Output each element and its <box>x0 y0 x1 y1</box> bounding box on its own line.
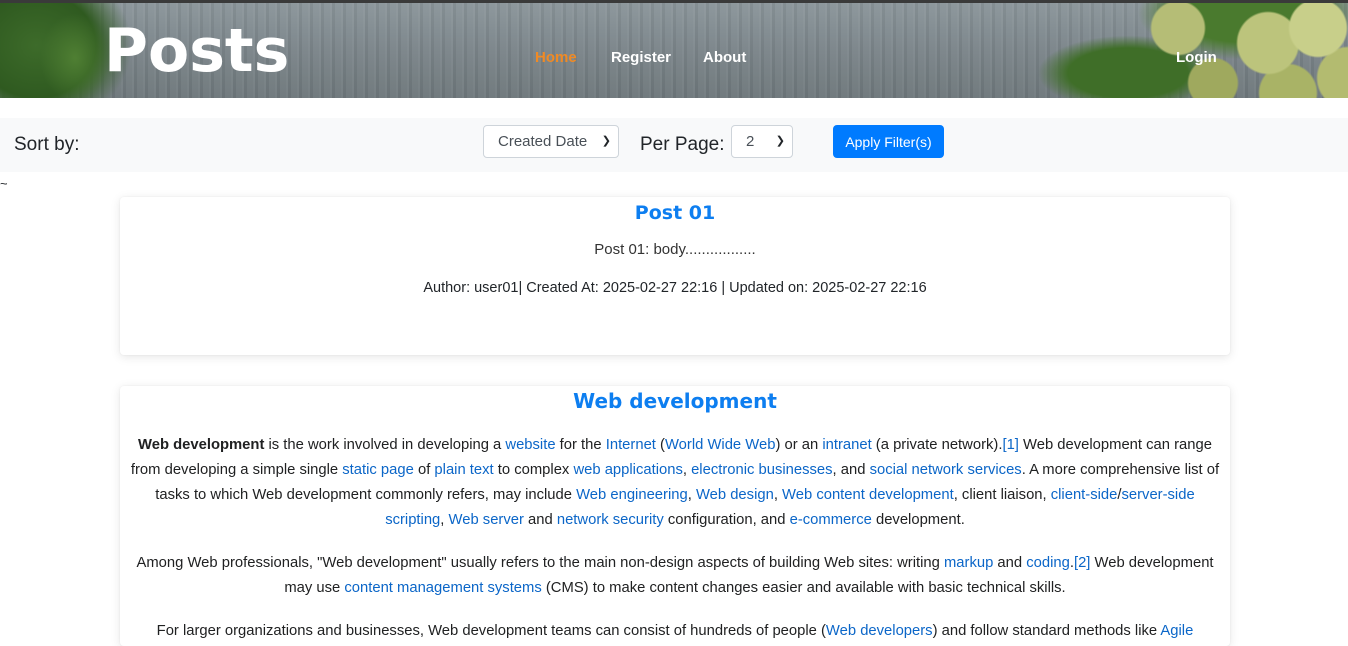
link[interactable]: Web content development <box>782 487 954 503</box>
stray-text: ~ <box>0 176 8 191</box>
post-card: Post 01 Post 01: body................. A… <box>120 197 1230 355</box>
citation-link[interactable]: [1] <box>1002 437 1018 453</box>
sort-by-select[interactable]: Created Date ❯ <box>483 125 619 158</box>
filter-bar: Sort by: Created Date ❯ Per Page: 2 ❯ Ap… <box>0 118 1348 172</box>
text: ( <box>655 437 665 453</box>
post-meta: Author: user01| Created At: 2025-02-27 2… <box>423 280 927 296</box>
post-title-link[interactable]: Post 01 <box>120 202 1230 224</box>
text: (CMS) to make content changes easier and… <box>541 580 1066 596</box>
nav-register-link[interactable]: Register <box>611 49 671 66</box>
per-page-label: Per Page: <box>640 134 725 155</box>
text: , <box>773 487 783 503</box>
link[interactable]: web applications <box>573 462 682 478</box>
text: for the <box>555 437 606 453</box>
per-page-select[interactable]: 2 ❯ <box>731 125 793 158</box>
link[interactable]: Agile <box>1160 623 1193 639</box>
link[interactable]: plain text <box>434 462 493 478</box>
grapes-decoration <box>988 3 1348 98</box>
link[interactable]: static page <box>342 462 414 478</box>
post-paragraph: Among Web professionals, "Web developmen… <box>120 551 1230 601</box>
link[interactable]: coding <box>1026 555 1070 571</box>
text: ) and follow standard methods like <box>932 623 1161 639</box>
link[interactable]: markup <box>944 555 993 571</box>
link[interactable]: social network services <box>870 462 1022 478</box>
apply-filters-button[interactable]: Apply Filter(s) <box>833 125 944 158</box>
bold-term: Web development <box>138 437 265 453</box>
link[interactable]: intranet <box>822 437 871 453</box>
link[interactable]: content management systems <box>344 580 541 596</box>
link[interactable]: client-side <box>1051 487 1118 503</box>
sort-by-label: Sort by: <box>14 134 80 155</box>
chevron-down-icon: ❯ <box>775 135 785 147</box>
nav-about-link[interactable]: About <box>703 49 746 66</box>
text: to complex <box>493 462 574 478</box>
link[interactable]: Web engineering <box>576 487 688 503</box>
citation-link[interactable]: [2] <box>1074 555 1090 571</box>
post-body: Post 01: body................. <box>594 241 756 258</box>
text: of <box>413 462 435 478</box>
chevron-down-icon: ❯ <box>601 135 611 147</box>
link[interactable]: Web design <box>696 487 774 503</box>
link[interactable]: website <box>505 437 555 453</box>
text: development. <box>871 512 965 528</box>
text: , and <box>832 462 870 478</box>
text: , <box>687 487 696 503</box>
text: is the work involved in developing a <box>264 437 506 453</box>
text: configuration, and <box>663 512 790 528</box>
text: , client liaison, <box>953 487 1051 503</box>
link[interactable]: network security <box>557 512 664 528</box>
post-paragraph: Web development is the work involved in … <box>120 433 1230 533</box>
text: and <box>993 555 1027 571</box>
sort-by-value: Created Date <box>498 133 588 150</box>
link[interactable]: e-commerce <box>790 512 872 528</box>
nav-home-link[interactable]: Home <box>535 49 577 66</box>
link[interactable]: Internet <box>606 437 656 453</box>
vine-leaf-decoration <box>40 13 110 98</box>
text: For larger organizations and businesses,… <box>156 623 826 639</box>
post-title-link[interactable]: Web development <box>120 389 1230 413</box>
site-brand[interactable]: Posts <box>104 19 289 83</box>
text: ) or an <box>775 437 823 453</box>
text: and <box>523 512 557 528</box>
text: , <box>682 462 692 478</box>
text: , <box>440 512 449 528</box>
nav-login-link[interactable]: Login <box>1176 49 1217 66</box>
text: (a private network). <box>871 437 1003 453</box>
post-card: Web development Web development is the w… <box>120 386 1230 646</box>
link[interactable]: Web server <box>449 512 524 528</box>
site-header: Posts Home Register About Login <box>0 0 1348 98</box>
link[interactable]: World Wide Web <box>665 437 775 453</box>
link[interactable]: Web developers <box>826 623 933 639</box>
per-page-value: 2 <box>746 133 755 150</box>
text: Among Web professionals, "Web developmen… <box>136 555 944 571</box>
link[interactable]: electronic businesses <box>691 462 832 478</box>
